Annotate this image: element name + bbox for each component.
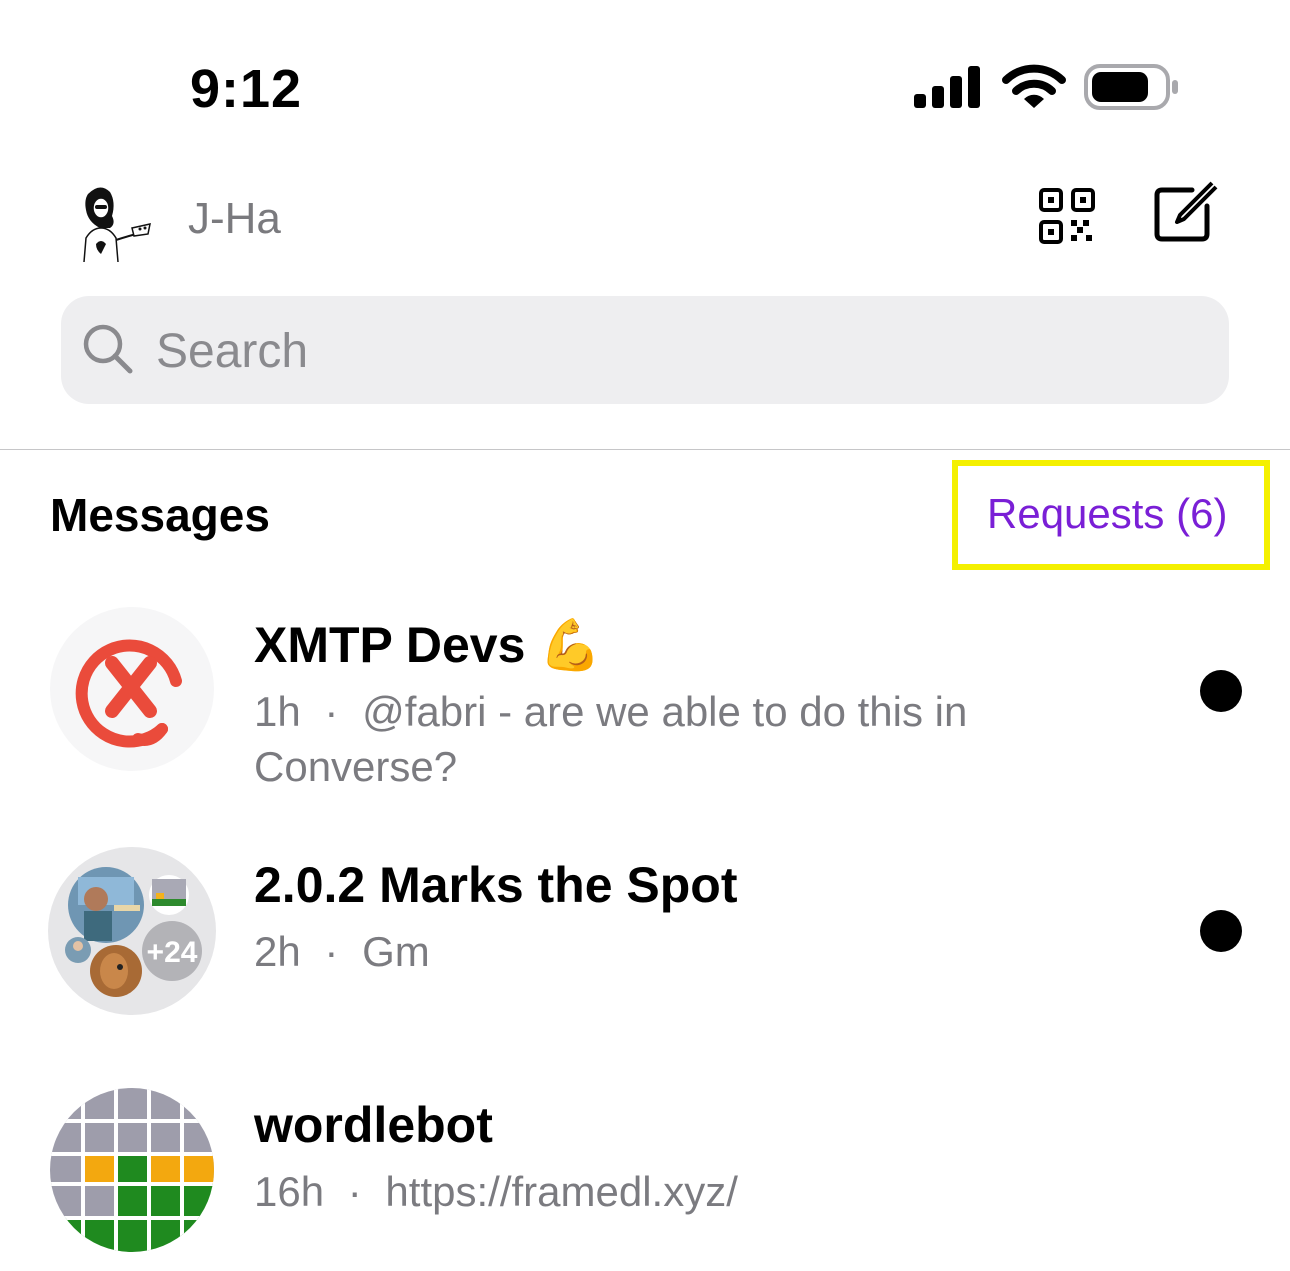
messages-heading: Messages	[50, 489, 270, 541]
search-input[interactable]	[156, 320, 1196, 382]
requests-link[interactable]: Requests (6)	[987, 490, 1227, 538]
username-label[interactable]: J-Ha	[188, 194, 281, 244]
xmtp-logo-icon	[75, 639, 182, 748]
conversation-preview: 1h · @fabri - are we able to do this in …	[254, 688, 968, 790]
conversation-title[interactable]: XMTP Devs 💪	[254, 616, 602, 675]
conversation-avatar[interactable]: +24	[48, 847, 216, 1015]
conversation-avatar[interactable]	[50, 1088, 214, 1252]
conversation-preview: 16h · https://framedl.xyz/	[254, 1168, 738, 1215]
header-divider	[0, 449, 1290, 450]
wordle-grid-icon	[50, 1088, 214, 1252]
battery-icon	[1084, 64, 1178, 110]
flexed-biceps-emoji: 💪	[539, 617, 602, 673]
conversation-preview: 2h · Gm	[254, 928, 430, 975]
unread-indicator	[1200, 910, 1242, 952]
conversation-title[interactable]: 2.0.2 Marks the Spot	[254, 856, 738, 914]
qr-code-icon[interactable]	[1038, 187, 1096, 245]
search-icon	[83, 324, 133, 374]
conversation-title[interactable]: wordlebot	[254, 1096, 493, 1154]
compose-icon[interactable]	[1152, 180, 1218, 244]
conversation-avatar[interactable]	[50, 607, 214, 771]
status-time: 9:12	[190, 59, 303, 119]
extra-members-count: +24	[147, 936, 198, 969]
wifi-icon	[1002, 64, 1066, 108]
unread-indicator	[1200, 670, 1242, 712]
profile-avatar[interactable]	[70, 180, 152, 264]
group-avatar: +24	[65, 867, 202, 997]
cellular-signal-icon	[914, 66, 980, 108]
